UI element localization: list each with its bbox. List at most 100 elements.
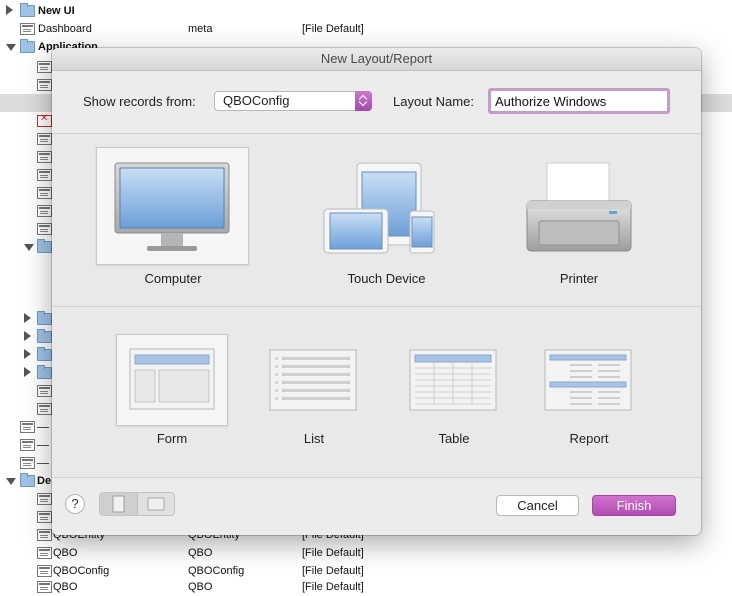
list-item-table: QBOConfig [188,565,245,577]
layout-name-input[interactable] [488,88,670,114]
list-item[interactable] [0,400,52,418]
list-item-name: New UI [38,5,75,17]
disclosure-right-icon[interactable] [24,331,31,341]
device-printer[interactable]: Printer [512,147,646,287]
list-item[interactable]: De [0,472,52,490]
folder-icon [37,329,52,343]
list-item[interactable] [0,58,52,76]
list-item[interactable] [0,364,52,382]
disclosure-right-icon[interactable] [6,5,13,15]
layout-icon [37,581,52,593]
view-mode-segmented-control [99,492,175,516]
layout-icon [37,511,52,523]
disclosure-down-icon[interactable] [24,244,34,251]
layout-name-label: Layout Name: [393,94,474,109]
layout-type-report[interactable]: Report [544,334,634,454]
layout-icon [37,493,52,505]
device-touch[interactable]: Touch Device [314,147,459,287]
list-item[interactable] [0,130,52,148]
layout-icon [37,187,52,199]
layout-icon [37,403,52,415]
portrait-page-icon [112,495,125,513]
list-item[interactable] [0,310,52,328]
list-item[interactable] [0,382,52,400]
list-item-menu-set: [File Default] [302,547,364,559]
list-item[interactable] [0,112,52,130]
list-item[interactable]: QBO QBO [File Default] [0,578,732,596]
layout-icon [37,385,52,397]
list-item[interactable] [0,76,52,94]
list-item[interactable] [0,202,52,220]
list-item-table: QBO [188,581,213,593]
list-item[interactable]: New UI [0,2,732,20]
view-mode-landscape[interactable] [138,493,174,515]
list-item[interactable] [0,346,52,364]
layout-icon [37,223,52,235]
layout-icon [37,61,52,73]
device-touch-label: Touch Device [347,271,426,286]
finish-button[interactable]: Finish [592,495,676,516]
list-item[interactable] [0,418,52,436]
list-item[interactable]: QBO QBO [File Default] [0,544,732,562]
disclosure-right-icon[interactable] [24,367,31,377]
layout-icon [20,23,35,35]
device-computer-label: Computer [144,271,202,286]
list-item[interactable] [0,454,52,472]
show-records-popup[interactable]: QBOConfig [214,91,372,111]
layout-type-list-label: List [303,431,325,446]
layout-icon [37,565,52,577]
list-item[interactable] [0,508,52,526]
layout-icon [37,169,52,181]
layout-icon [20,457,35,469]
form-icon [129,348,215,410]
list-item[interactable] [0,148,52,166]
disclosure-right-icon[interactable] [24,313,31,323]
script-icon [37,113,52,127]
help-button[interactable]: ? [65,494,85,514]
folder-icon [37,365,52,379]
disclosure-right-icon[interactable] [24,349,31,359]
folder-icon [37,311,52,325]
layout-icon [37,529,52,541]
layout-type-list[interactable]: List [269,334,359,454]
list-item[interactable]: Dashboard meta [File Default] [0,20,732,38]
layout-type-form[interactable]: Form [116,334,228,454]
layout-icon [37,205,52,217]
dialog-footer: ? Cancel Finish [52,478,701,535]
list-item[interactable] [0,328,52,346]
list-item-menu-set: [File Default] [302,565,364,577]
layout-icon [20,439,35,451]
separator-line [37,427,49,428]
show-records-value: QBOConfig [223,93,290,108]
popup-arrows-icon[interactable] [355,91,372,111]
list-item[interactable] [0,436,52,454]
list-item[interactable] [0,184,52,202]
device-computer[interactable]: Computer [96,147,250,287]
report-icon [544,349,632,411]
list-item-menu-set: [File Default] [302,581,364,593]
disclosure-down-icon[interactable] [6,478,16,485]
list-item-table: QBO [188,547,213,559]
list-item-name: QBO [53,581,78,593]
layout-type-table[interactable]: Table [409,334,499,454]
list-item[interactable] [0,238,52,256]
list-item[interactable] [0,166,52,184]
layout-type-report-label: Report [569,431,609,446]
table-icon [409,349,497,411]
list-item-name: Dashboard [38,23,92,35]
folder-icon [20,3,35,17]
layout-type-selector: Form List Table Report [52,307,701,478]
separator-line [37,463,49,464]
landscape-page-icon [147,497,165,511]
view-mode-portrait[interactable] [100,493,138,515]
new-layout-dialog: New Layout/Report Show records from: QBO… [52,48,701,535]
device-printer-label: Printer [559,271,599,286]
list-item[interactable] [0,490,52,508]
tablet-phone-icon [323,162,435,254]
list-item-name: QBO [53,547,78,559]
cancel-button[interactable]: Cancel [496,495,579,516]
disclosure-down-icon[interactable] [6,44,16,51]
list-item-table: meta [188,23,213,35]
list-item[interactable] [0,220,52,238]
folder-icon [37,347,52,361]
